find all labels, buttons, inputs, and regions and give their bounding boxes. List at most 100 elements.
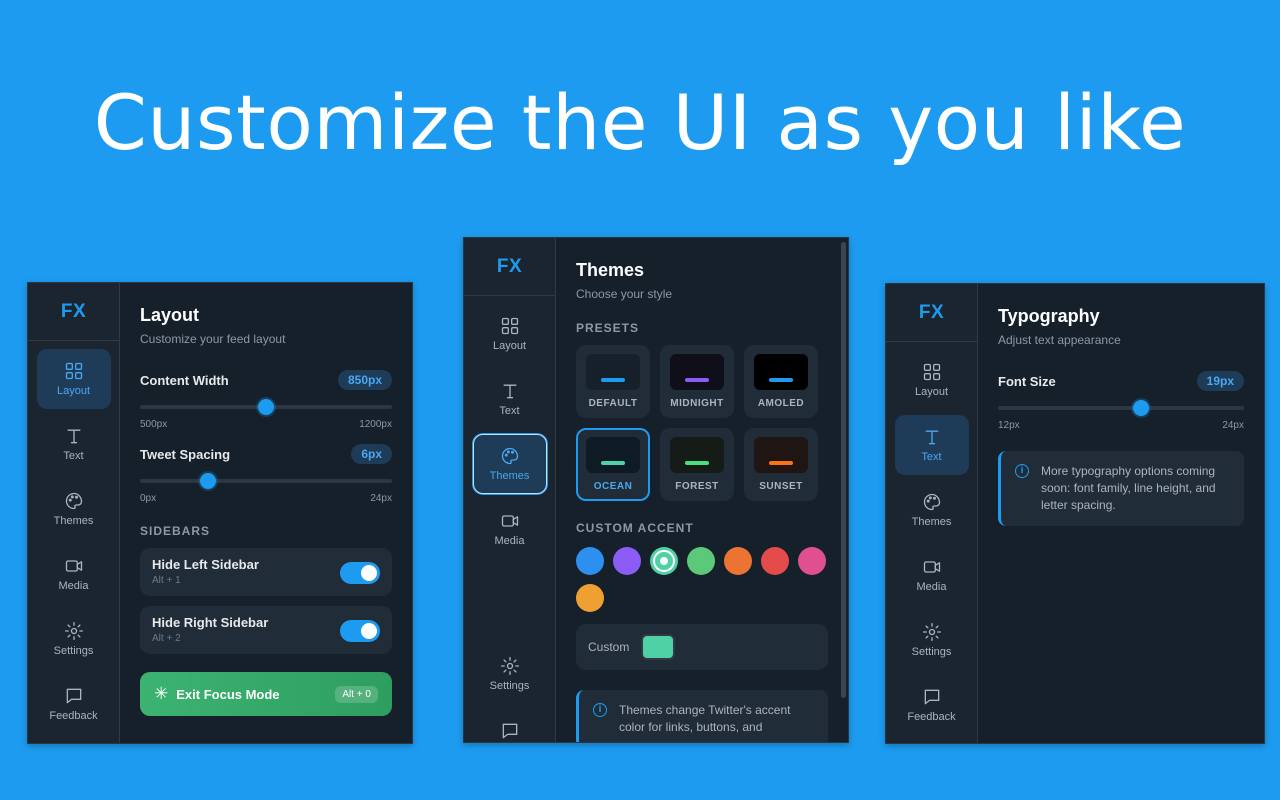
- layout-content: Layout Customize your feed layout Conten…: [120, 283, 412, 743]
- nav-label: Themes: [489, 470, 530, 482]
- nav-item-layout[interactable]: Layout: [473, 304, 547, 364]
- typography-content: Typography Adjust text appearance Font S…: [978, 284, 1264, 743]
- text-icon: [67, 429, 80, 444]
- scrollbar[interactable]: [841, 242, 846, 698]
- nav-item-settings[interactable]: Settings: [895, 610, 969, 670]
- nav-item-themes[interactable]: Themes: [472, 434, 547, 494]
- tweet-spacing-value: 6px: [351, 444, 392, 464]
- range-max: 24px: [370, 493, 392, 504]
- exit-button-shortcut: Alt + 0: [335, 685, 378, 703]
- theme-preset-midnight[interactable]: MIDNIGHT: [660, 345, 734, 418]
- hide-right-sidebar-card[interactable]: Hide Right Sidebar Alt + 2: [140, 606, 392, 654]
- nav-item-media[interactable]: Media: [473, 499, 547, 559]
- range-max: 1200px: [359, 419, 392, 430]
- accent-color-swatch[interactable]: [687, 547, 715, 575]
- panel-subtitle: Adjust text appearance: [998, 333, 1121, 347]
- preset-name: DEFAULT: [588, 398, 638, 409]
- content-width-label: Content Width: [140, 372, 229, 388]
- accent-color-swatch[interactable]: [798, 547, 826, 575]
- video-icon: [65, 560, 82, 572]
- nav-item-layout[interactable]: Layout: [36, 349, 111, 409]
- nav-label: Text: [63, 450, 84, 462]
- nav-label: Media: [916, 581, 947, 593]
- panel-subtitle: Choose your style: [576, 287, 673, 301]
- theme-preset-sunset[interactable]: SUNSET: [744, 428, 818, 501]
- sparkle-icon: ✳: [154, 684, 169, 703]
- nav-label: Themes: [53, 515, 94, 527]
- nav-item-themes[interactable]: Themes: [37, 479, 111, 539]
- chat-bubble-icon: [66, 688, 81, 704]
- info-text: More typography options coming soon: fon…: [1041, 464, 1216, 512]
- preset-swatch: [586, 354, 640, 390]
- preset-swatch: [754, 354, 808, 390]
- preset-name: AMOLED: [757, 398, 805, 409]
- font-size-slider[interactable]: [998, 399, 1244, 417]
- nav-item-text[interactable]: Text: [473, 369, 547, 429]
- sidebar-rail: FX Layout Text Themes Media Settings: [886, 284, 978, 743]
- nav-item-text[interactable]: Text: [37, 414, 111, 474]
- slider-thumb[interactable]: [1132, 400, 1149, 416]
- nav-item-feedback[interactable]: Feedback: [895, 675, 969, 735]
- preset-swatch: [586, 437, 640, 473]
- video-icon: [501, 515, 518, 527]
- nav-label: Themes: [911, 516, 952, 528]
- theme-preset-default[interactable]: DEFAULT: [576, 345, 650, 418]
- nav-item-media[interactable]: Media: [895, 545, 969, 605]
- nav-item-text[interactable]: Text: [894, 415, 969, 475]
- headline: Customize the UI as you like: [93, 78, 1187, 167]
- nav-label: Layout: [492, 340, 527, 352]
- theme-preset-ocean[interactable]: OCEAN: [576, 428, 650, 501]
- fx-logo: FX: [464, 238, 555, 296]
- chat-bubble-icon: [924, 689, 939, 705]
- accent-color-swatch[interactable]: [650, 547, 678, 575]
- preset-name: SUNSET: [759, 481, 803, 492]
- typography-panel: FX Layout Text Themes Media Settings Fee…: [885, 283, 1265, 744]
- slider-thumb[interactable]: [200, 473, 217, 489]
- tweet-spacing-slider[interactable]: [140, 472, 392, 490]
- hide-right-sidebar-toggle[interactable]: [340, 620, 380, 642]
- theme-preset-amoled[interactable]: AMOLED: [744, 345, 818, 418]
- nav-item-settings[interactable]: Settings: [473, 644, 547, 704]
- sidebar-rail: FX Layout Text Themes Media Settings: [28, 283, 120, 743]
- preset-name: FOREST: [675, 481, 719, 492]
- themes-panel: FX Layout Text Themes Media Settings The…: [463, 237, 849, 743]
- nav-item-feedback[interactable]: Feedback: [473, 709, 547, 742]
- panel-title: Typography: [998, 306, 1100, 326]
- content-width-slider[interactable]: [140, 398, 392, 416]
- layout-panel: FX Layout Text Themes Media Settings Fee…: [27, 282, 413, 744]
- range-min: 0px: [140, 493, 157, 504]
- gear-icon: [922, 623, 941, 641]
- theme-preset-forest[interactable]: FOREST: [660, 428, 734, 501]
- slider-thumb[interactable]: [258, 399, 274, 415]
- nav-item-media[interactable]: Media: [37, 544, 111, 604]
- font-size-value: 19px: [1196, 371, 1244, 391]
- range-max: 24px: [1222, 420, 1244, 431]
- gear-icon: [500, 657, 519, 675]
- preset-name: OCEAN: [593, 481, 633, 492]
- accent-color-swatch[interactable]: [576, 584, 604, 612]
- preset-name: MIDNIGHT: [670, 398, 724, 409]
- preset-swatch: [754, 437, 808, 473]
- nav-label: Feedback: [49, 710, 98, 722]
- exit-focus-mode-button[interactable]: ✳ Exit Focus Mode Alt + 0: [140, 672, 392, 716]
- nav-item-themes[interactable]: Themes: [895, 480, 969, 540]
- nav-label: Settings: [53, 645, 94, 657]
- nav-label: Text: [921, 451, 942, 463]
- nav-item-layout[interactable]: Layout: [895, 350, 969, 410]
- range-min: 500px: [140, 419, 168, 430]
- font-size-label: Font Size: [998, 373, 1056, 389]
- nav-label: Media: [58, 580, 89, 592]
- panel-title: Layout: [140, 305, 200, 325]
- accent-color-swatch[interactable]: [576, 547, 604, 575]
- hide-left-sidebar-card[interactable]: Hide Left Sidebar Alt + 1: [140, 548, 392, 596]
- accent-color-swatch[interactable]: [761, 547, 789, 575]
- nav-item-settings[interactable]: Settings: [37, 609, 111, 669]
- accent-color-swatch[interactable]: [613, 547, 641, 575]
- hide-left-sidebar-toggle[interactable]: [340, 562, 380, 584]
- custom-color-picker[interactable]: [641, 634, 676, 660]
- custom-color-row[interactable]: Custom: [576, 624, 828, 670]
- nav-label: Feedback: [907, 711, 956, 723]
- accent-color-swatch[interactable]: [724, 547, 752, 575]
- presets-heading: PRESETS: [576, 321, 640, 335]
- nav-item-feedback[interactable]: Feedback: [37, 674, 111, 734]
